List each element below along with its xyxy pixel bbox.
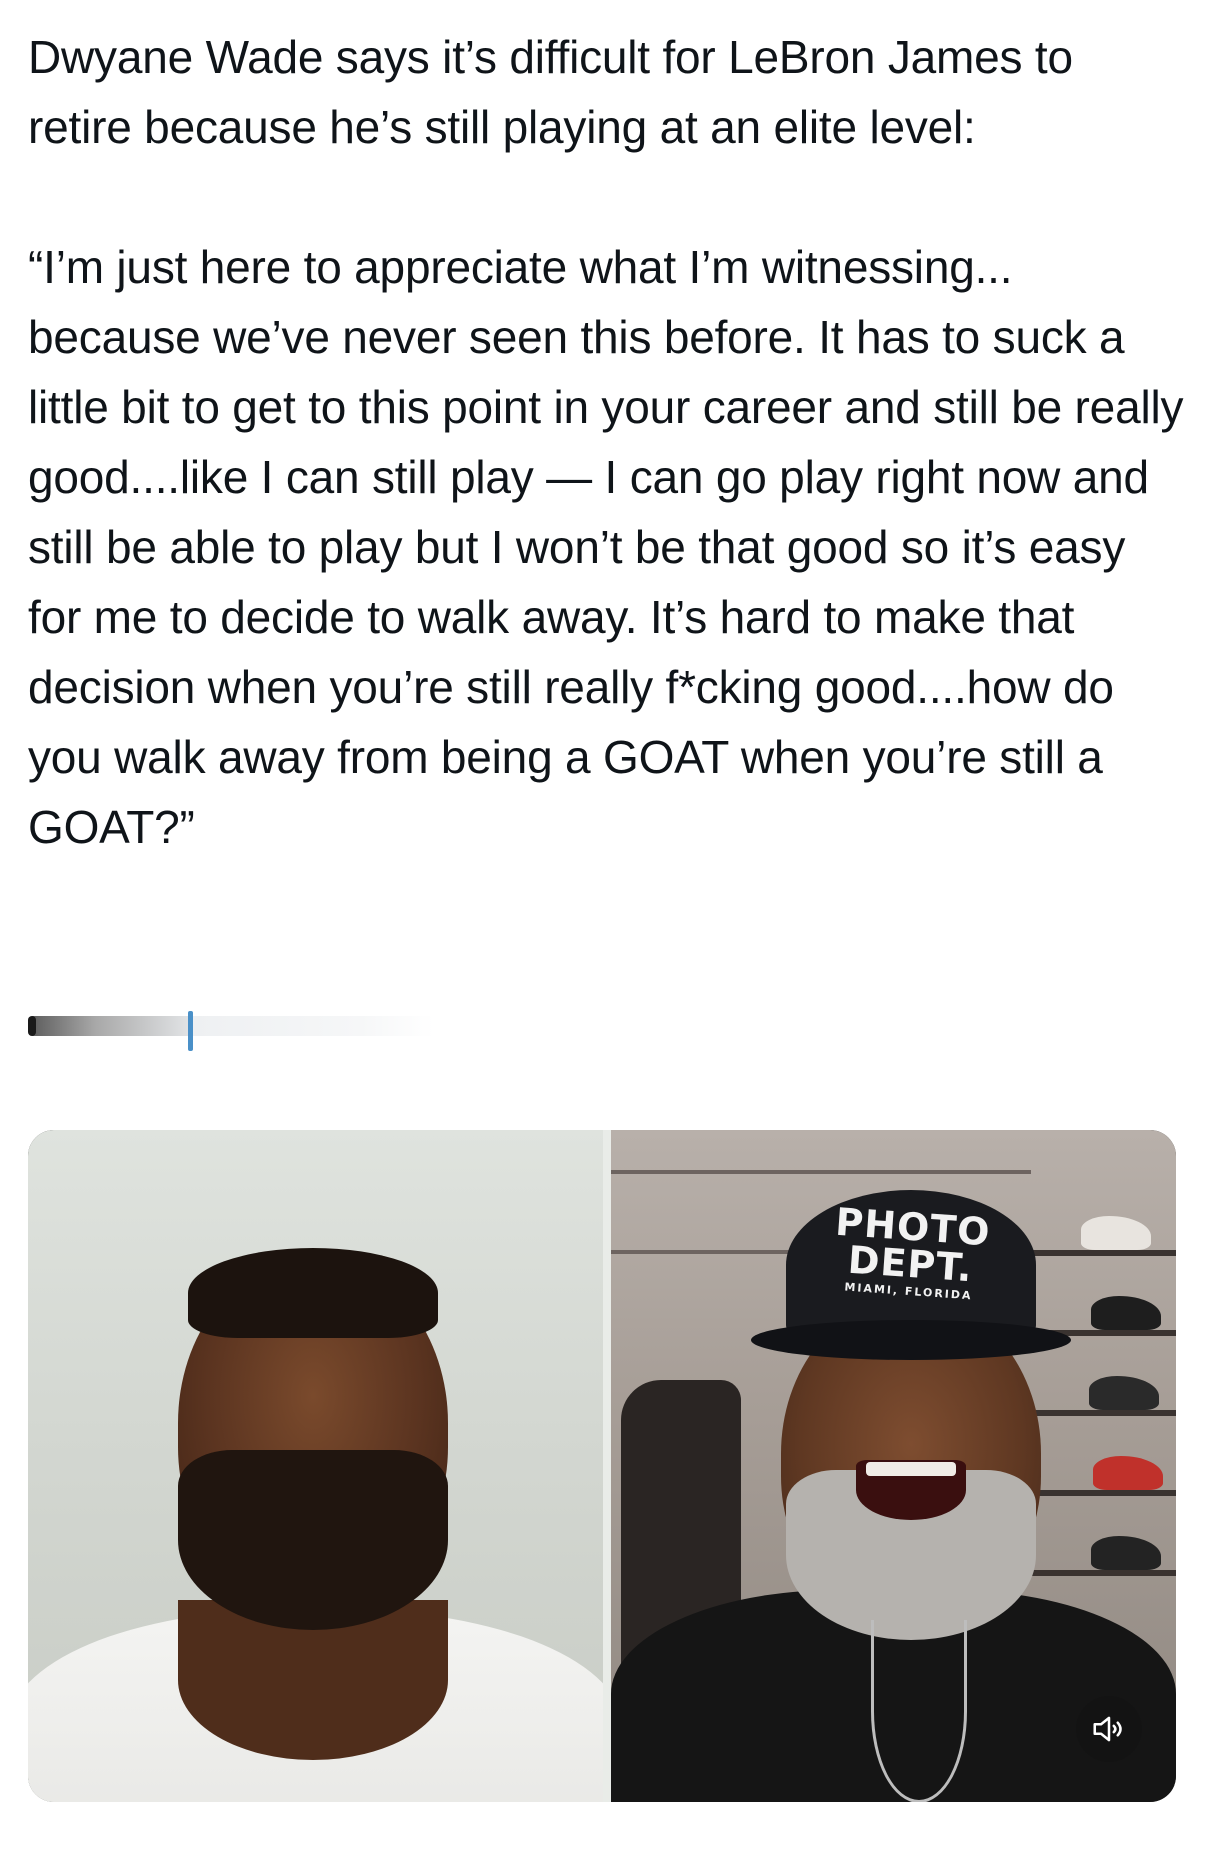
shoe [1089, 1376, 1159, 1410]
shoe-shelf [1031, 1410, 1176, 1416]
shoe [1081, 1216, 1151, 1250]
tweet-intro: Dwyane Wade says it’s difficult for LeBr… [28, 31, 1086, 153]
cap-brim [751, 1320, 1071, 1360]
video-panel-divider [603, 1130, 611, 1802]
shoe [1091, 1296, 1161, 1330]
shoe-shelf [1031, 1570, 1176, 1576]
shoe-shelf [1031, 1250, 1176, 1256]
necklace [871, 1620, 967, 1802]
progress-fill [32, 1016, 190, 1036]
left-person-beard [178, 1450, 448, 1630]
video-left-panel [28, 1130, 603, 1802]
right-person-teeth [866, 1462, 956, 1476]
mute-button[interactable] [1076, 1696, 1142, 1762]
shoe-shelf [1031, 1490, 1176, 1496]
left-person-hair [188, 1248, 438, 1338]
video-player[interactable]: PHOTO DEPT. MIAMI, FLORIDA [28, 1130, 1176, 1802]
cap-logo: PHOTO DEPT. MIAMI, FLORIDA [813, 1200, 1009, 1308]
progress-thumb[interactable] [188, 1011, 193, 1051]
progress-remaining [190, 1016, 434, 1036]
background-rack [611, 1170, 1031, 1174]
progress-start-cap [28, 1016, 36, 1036]
speaker-muted-icon [1093, 1716, 1122, 1742]
shoe [1091, 1536, 1161, 1570]
tweet-text: Dwyane Wade says it’s difficult for LeBr… [28, 22, 1188, 862]
shoe [1093, 1456, 1163, 1490]
media-progress-bar[interactable] [28, 1011, 434, 1051]
tweet-quote: “I’m just here to appreciate what I’m wi… [28, 241, 1196, 853]
